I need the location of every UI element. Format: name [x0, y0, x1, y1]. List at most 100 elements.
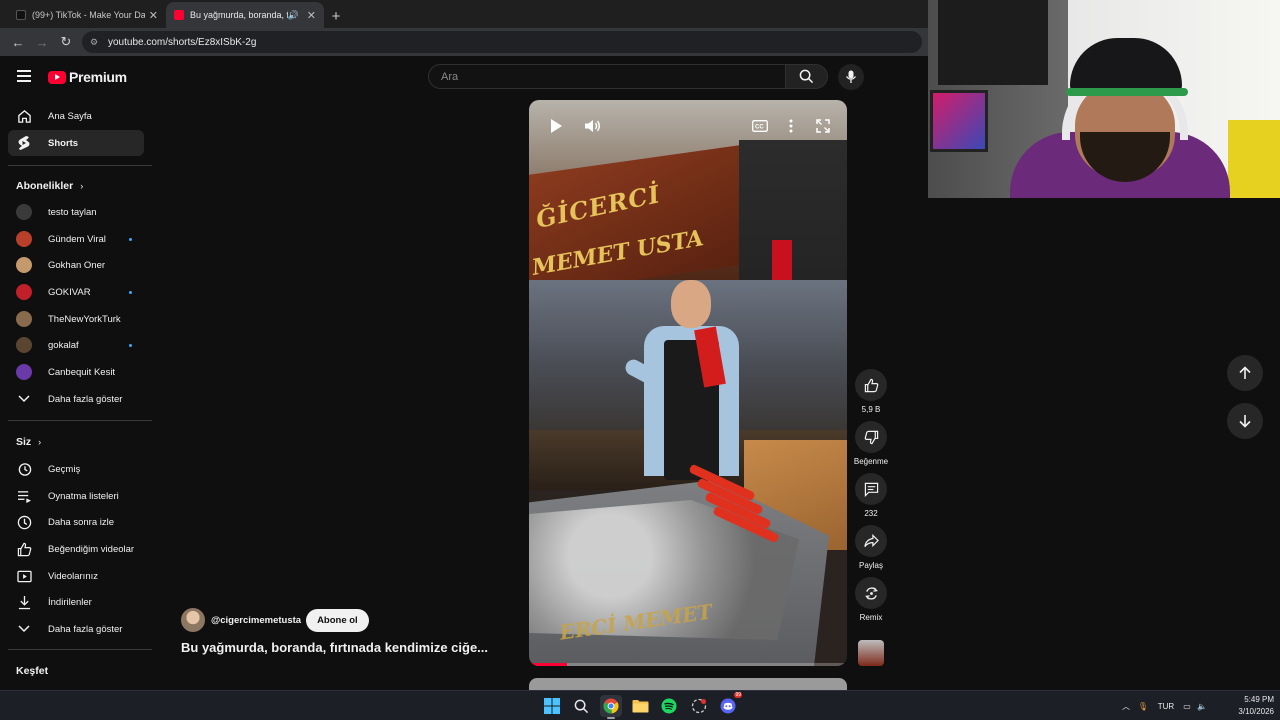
sidebar-item-downloads[interactable]: İndirilenler [8, 589, 144, 615]
chevron-down-icon [16, 391, 32, 407]
search-button[interactable] [786, 64, 828, 89]
previous-short-button[interactable] [1227, 355, 1263, 391]
chrome-icon [603, 698, 619, 714]
microphone-icon[interactable]: 🎙 [1133, 702, 1153, 711]
new-content-dot [129, 343, 132, 347]
sidebar-item-subscription[interactable]: Gokhan Oner [8, 252, 144, 278]
like-button[interactable] [855, 369, 887, 401]
sidebar-item-subscription[interactable]: testo taylan [8, 199, 144, 225]
speaker-icon[interactable]: 🔊 [288, 10, 299, 21]
arrow-down-icon [1239, 415, 1251, 428]
share-button[interactable] [855, 525, 887, 557]
channel-name[interactable]: @cigercimemetusta [211, 615, 301, 626]
windows-taskbar: 99 ︿ 🎙 TUR ▭ 🔈 5:49 PM 3/10/2026 [0, 690, 1280, 720]
play-button[interactable] [546, 116, 566, 136]
captions-button[interactable]: CC [750, 116, 770, 136]
sidebar-item-subscription[interactable]: Gündem Viral [8, 226, 144, 252]
explore-label: Keşfet [16, 665, 49, 677]
sidebar-item-subscription[interactable]: TheNewYorkTurk [8, 306, 144, 332]
channel-avatar[interactable] [181, 608, 205, 632]
tab-youtube-short[interactable]: Bu yağmurda, boranda, fırtı 🔊 ✕ [166, 2, 324, 28]
next-short-button[interactable] [1227, 403, 1263, 439]
reload-button[interactable]: ↻ [54, 30, 78, 54]
sidebar-item-shorts[interactable]: Shorts [8, 130, 144, 156]
youtube-logo[interactable]: Premium [48, 69, 127, 85]
subscriptions-header[interactable]: Abonelikler › [16, 180, 83, 192]
sidebar-item-subscription[interactable]: gokalaf [8, 332, 144, 358]
tiktok-icon [16, 10, 26, 20]
back-button[interactable]: ← [6, 30, 30, 54]
browser-toolbar: ← → ↻ ⚙ youtube.com/shorts/Ez8xISbK-2g [0, 28, 928, 56]
taskbar-spotify[interactable] [658, 695, 680, 717]
voice-search-button[interactable] [838, 64, 864, 90]
remix-button[interactable] [855, 577, 887, 609]
dislike-action: Beğenme [854, 421, 888, 466]
taskbar-clock[interactable]: 5:49 PM 3/10/2026 [1224, 694, 1274, 718]
downloads-icon [16, 594, 32, 610]
taskbar-chrome[interactable] [600, 695, 622, 719]
sidebar-item-history[interactable]: Geçmiş [8, 456, 144, 482]
short-title[interactable]: Bu yağmurda, boranda, fırtınada kendimiz… [181, 640, 488, 655]
right-pane [928, 0, 1280, 690]
volume-button[interactable] [583, 116, 603, 136]
taskbar-search-button[interactable] [570, 695, 592, 717]
new-tab-button[interactable]: + [324, 4, 348, 28]
shorts-video-player[interactable]: ĞİCERCİ MEMET USTA ERCİ MEMET CC [529, 100, 847, 666]
taskbar-file-explorer[interactable] [629, 695, 651, 717]
comments-button[interactable] [855, 473, 887, 505]
sidebar-item-label: Daha fazla göster [48, 393, 123, 405]
address-bar[interactable]: ⚙ youtube.com/shorts/Ez8xISbK-2g [82, 31, 922, 53]
menu-icon[interactable] [17, 70, 31, 82]
share-action: Paylaş [855, 525, 887, 570]
site-info-icon[interactable]: ⚙ [90, 37, 102, 47]
display-icon[interactable]: ▭ [1179, 702, 1195, 711]
show-more-subscriptions[interactable]: Daha fazla göster [8, 386, 144, 412]
sidebar-item-your-videos[interactable]: Videolarınız [8, 563, 144, 589]
sidebar-item-playlists[interactable]: Oynatma listeleri [8, 483, 144, 509]
guide-sidebar: Ana Sayfa Shorts Abonelikler › testo tayl… [0, 98, 154, 690]
svg-text:CC: CC [755, 125, 764, 131]
sidebar-item-label: gokalaf [48, 339, 79, 351]
you-header[interactable]: Siz › [16, 436, 41, 448]
language-indicator[interactable]: TUR [1153, 702, 1179, 711]
playlists-icon [16, 488, 32, 504]
start-button[interactable] [541, 695, 563, 717]
forward-button[interactable]: → [30, 30, 54, 54]
sidebar-item-subscription[interactable]: Canbequit Kesit [8, 359, 144, 385]
sidebar-item-subscription[interactable]: GOKIVAR [8, 279, 144, 305]
fullscreen-button[interactable] [813, 116, 833, 136]
webcam-overlay [928, 0, 1280, 198]
tab-tiktok[interactable]: (99+) TikTok - Make Your Day ✕ [8, 2, 166, 28]
sidebar-item-home[interactable]: Ana Sayfa [8, 103, 144, 129]
taskbar-discord[interactable]: 99 [717, 692, 742, 717]
logo-text: Premium [69, 69, 127, 85]
volume-icon[interactable]: 🔈 [1195, 702, 1209, 711]
search-input[interactable]: Ara [428, 64, 786, 89]
home-icon [16, 108, 32, 124]
sound-thumbnail[interactable] [858, 640, 884, 666]
next-short-preview[interactable] [529, 678, 847, 690]
sidebar-item-watch-later[interactable]: Daha sonra izle [8, 509, 144, 535]
sidebar-item-label: Daha sonra izle [48, 516, 115, 528]
more-vert-icon [789, 119, 793, 133]
close-tab-icon[interactable]: ✕ [307, 9, 316, 22]
remix-action: Remix [855, 577, 887, 622]
sidebar-item-label: Videolarınız [48, 570, 98, 582]
sidebar-item-label: Geçmiş [48, 463, 81, 475]
video-progress-bar[interactable] [529, 663, 847, 666]
sidebar-item-label: Beğendiğim videolar [48, 543, 135, 555]
sidebar-item-liked-videos[interactable]: Beğendiğim videolar [8, 536, 144, 562]
close-tab-icon[interactable]: ✕ [149, 9, 158, 22]
tray-overflow-chevron-up-icon[interactable]: ︿ [1119, 701, 1133, 712]
active-indicator [607, 717, 615, 719]
taskbar-app[interactable] [688, 695, 710, 717]
dislike-button[interactable] [855, 421, 887, 453]
channel-row: @cigercimemetusta Abone ol [181, 608, 369, 632]
more-options-button[interactable] [781, 116, 801, 136]
subscriptions-label: Abonelikler [16, 180, 74, 192]
sidebar-item-label: Ana Sayfa [48, 110, 92, 122]
show-more-you[interactable]: Daha fazla göster [8, 616, 144, 642]
youtube-page: Premium Ara Ana Sayfa Shorts Abonelikler… [0, 56, 928, 690]
tab-title: Bu yağmurda, boranda, fırtı [190, 10, 288, 20]
subscribe-button[interactable]: Abone ol [306, 608, 369, 632]
